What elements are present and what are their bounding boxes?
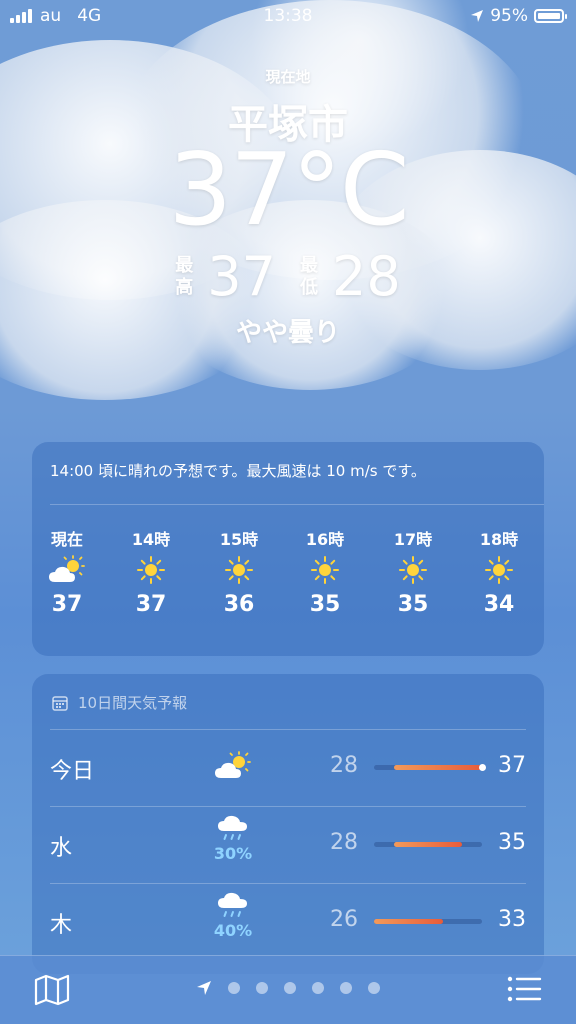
hourly-time: 15時 bbox=[219, 530, 259, 549]
sun-icon bbox=[204, 548, 274, 592]
sun-icon bbox=[116, 548, 186, 592]
hourly-temp: 37 bbox=[51, 592, 83, 617]
sun-icon bbox=[378, 548, 448, 592]
page-dot[interactable] bbox=[312, 982, 324, 994]
daily-weather: 30% bbox=[200, 814, 266, 863]
temp-range-bar bbox=[374, 919, 482, 924]
hourly-time: 18時 bbox=[479, 530, 519, 549]
hourly-temp: 37 bbox=[135, 592, 167, 617]
temp-range-bar bbox=[374, 842, 482, 847]
low-temp: 28 bbox=[332, 245, 401, 308]
divider bbox=[50, 504, 544, 505]
page-dot[interactable] bbox=[340, 982, 352, 994]
hourly-temp: 34 bbox=[483, 592, 515, 617]
precip-chance: 30% bbox=[213, 844, 253, 863]
tab-bar bbox=[0, 955, 576, 1024]
hourly-item: 現在 37 bbox=[32, 526, 102, 617]
battery-percent: 95% bbox=[490, 6, 528, 26]
daily-weather: 40% bbox=[200, 891, 266, 940]
daily-low: 26 bbox=[330, 907, 358, 932]
partly-cloudy-icon bbox=[32, 548, 102, 592]
divider bbox=[50, 883, 526, 884]
temp-range-bar bbox=[374, 764, 486, 771]
hourly-item: 18時 34 bbox=[464, 526, 534, 617]
daily-header-label: 10日間天気予報 bbox=[78, 694, 188, 712]
daily-row[interactable]: 木 40% 26 33 bbox=[50, 883, 526, 960]
daily-day: 水 bbox=[50, 836, 73, 861]
low-label-char: 最 bbox=[300, 255, 318, 276]
high-temp: 37 bbox=[207, 245, 276, 308]
daily-high: 33 bbox=[498, 907, 526, 932]
hourly-item: 16時 35 bbox=[290, 526, 360, 617]
precip-chance: 40% bbox=[213, 921, 253, 940]
temp-range-fill bbox=[393, 765, 482, 770]
page-indicator[interactable] bbox=[0, 980, 576, 996]
hourly-summary: 14:00 頃に晴れの予想です。最大風速は 10 m/s です。 bbox=[50, 462, 426, 480]
list-button[interactable] bbox=[506, 974, 542, 1008]
hourly-time: 現在 bbox=[50, 530, 83, 549]
daily-day: 木 bbox=[50, 913, 73, 938]
temp-range-fill bbox=[393, 842, 463, 847]
status-bar: au 4G 13:38 95% bbox=[0, 0, 576, 34]
list-icon bbox=[507, 976, 542, 1002]
location-arrow-icon bbox=[471, 10, 484, 22]
partly-cloudy-icon bbox=[200, 751, 266, 785]
current-temperature: 37°C bbox=[168, 131, 409, 248]
daily-day: 今日 bbox=[50, 759, 95, 784]
hourly-item: 17時 35 bbox=[378, 526, 448, 617]
high-label: 最高 bbox=[175, 255, 193, 299]
daily-low: 28 bbox=[330, 753, 358, 778]
high-label-char: 高 bbox=[175, 277, 194, 298]
temp-range-fill bbox=[374, 919, 443, 924]
low-label-char: 低 bbox=[300, 277, 318, 298]
daily-header: 10日間天気予報 bbox=[52, 692, 187, 713]
divider bbox=[50, 806, 526, 807]
high-low: 最高 37 最低 28 bbox=[0, 250, 576, 304]
page-dot[interactable] bbox=[256, 982, 268, 994]
rain-cloud-icon bbox=[200, 814, 266, 848]
hourly-temp: 35 bbox=[397, 592, 429, 617]
daily-row[interactable]: 水 30% 28 35 bbox=[50, 806, 526, 883]
low-label: 最低 bbox=[300, 255, 318, 299]
page-dot[interactable] bbox=[228, 982, 240, 994]
daily-high: 37 bbox=[498, 753, 526, 778]
battery-icon bbox=[534, 9, 567, 23]
daily-low: 28 bbox=[330, 830, 358, 855]
high-label-char: 最 bbox=[175, 255, 194, 276]
hourly-time: 14時 bbox=[131, 530, 171, 549]
hourly-item: 15時 36 bbox=[204, 526, 274, 617]
sun-icon bbox=[464, 548, 534, 592]
hourly-temp: 36 bbox=[223, 592, 255, 617]
calendar-icon bbox=[52, 695, 68, 711]
location-arrow-icon[interactable] bbox=[196, 980, 212, 996]
weather-condition: やや曇り bbox=[235, 318, 340, 348]
daily-forecast-card[interactable]: 10日間天気予報 今日 28 37 水 30% 28 35 木 40% 26 3… bbox=[32, 674, 544, 974]
daily-row[interactable]: 今日 28 37 bbox=[50, 729, 526, 806]
rain-cloud-icon bbox=[200, 891, 266, 925]
current-temp-dot bbox=[479, 764, 486, 771]
page-dot[interactable] bbox=[368, 982, 380, 994]
hourly-time: 17時 bbox=[393, 530, 433, 549]
hourly-time: 16時 bbox=[305, 530, 345, 549]
hourly-forecast-card[interactable]: 14:00 頃に晴れの予想です。最大風速は 10 m/s です。 現在 37 14… bbox=[32, 442, 544, 656]
hourly-temp: 35 bbox=[309, 592, 341, 617]
sun-icon bbox=[290, 548, 360, 592]
daily-weather bbox=[200, 737, 266, 785]
location-label: 現在地 bbox=[265, 68, 311, 86]
divider bbox=[50, 729, 526, 730]
daily-high: 35 bbox=[498, 830, 526, 855]
hourly-item: 14時 37 bbox=[116, 526, 186, 617]
page-dot[interactable] bbox=[284, 982, 296, 994]
